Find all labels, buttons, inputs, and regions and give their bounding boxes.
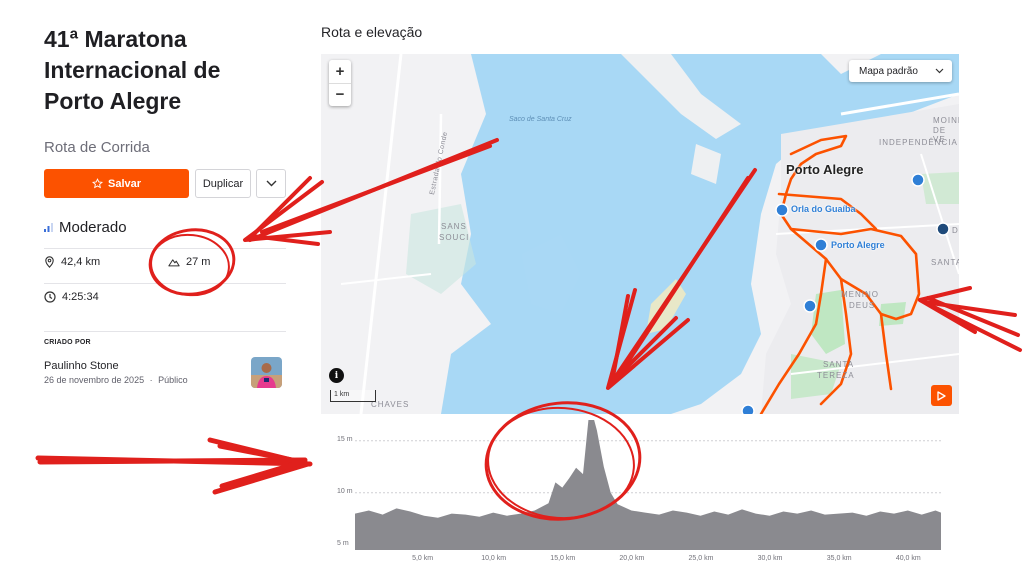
annotation-arrow-top-left <box>243 138 499 246</box>
annotation-circle-elevation-peak <box>484 401 642 521</box>
annotation-arrow-bottom-left <box>35 437 313 495</box>
annotation-overlay <box>35 138 1022 521</box>
annotation-arrow-center <box>606 168 757 390</box>
annotation-arrow-right <box>918 286 1022 352</box>
